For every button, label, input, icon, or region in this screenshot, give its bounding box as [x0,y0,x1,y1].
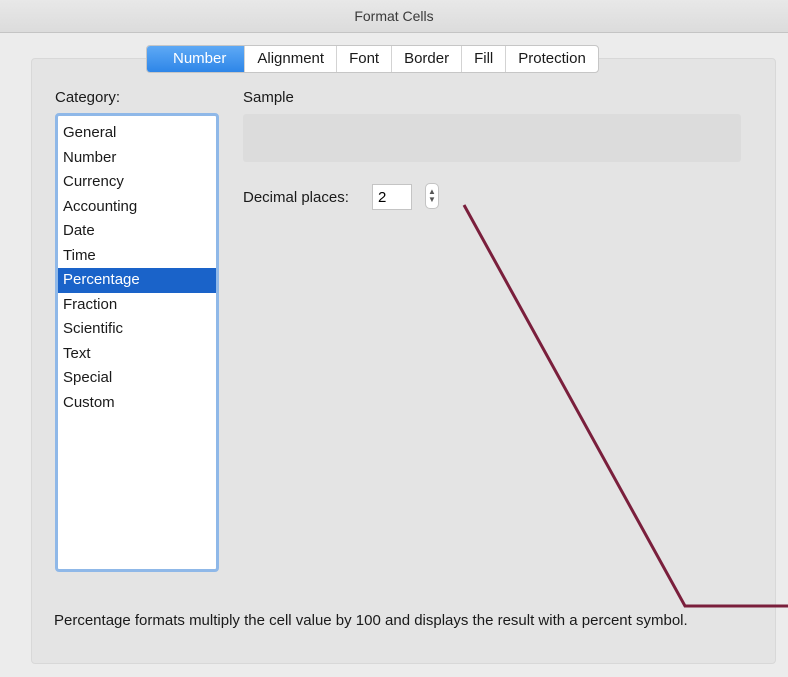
category-item-percentage[interactable]: Percentage [58,268,216,293]
tab-protection[interactable]: Protection [505,46,598,72]
category-item-text[interactable]: Text [58,342,216,367]
category-item-number[interactable]: Number [58,146,216,171]
category-item-time[interactable]: Time [58,244,216,269]
category-item-general[interactable]: General [58,121,216,146]
category-item-fraction[interactable]: Fraction [58,293,216,318]
category-item-custom[interactable]: Custom [58,391,216,416]
window-title: Format Cells [354,8,434,24]
tab-fill[interactable]: Fill [461,46,505,72]
tab-bar: Number Alignment Font Border Fill Protec… [146,45,599,73]
category-item-date[interactable]: Date [58,219,216,244]
category-item-currency[interactable]: Currency [58,170,216,195]
tab-alignment[interactable]: Alignment [244,46,336,72]
title-bar: Format Cells [0,0,788,33]
sample-label: Sample [243,89,294,106]
category-item-accounting[interactable]: Accounting [58,195,216,220]
tab-font[interactable]: Font [336,46,391,72]
decimal-places-label: Decimal places: [243,189,349,206]
category-label: Category: [55,89,121,106]
sample-preview [243,114,741,162]
decimal-places-input[interactable] [372,184,412,210]
tab-border[interactable]: Border [391,46,461,72]
tab-number[interactable]: Number [147,46,245,72]
category-description: Percentage formats multiply the cell val… [54,612,688,629]
decimal-places-stepper[interactable]: ▲ ▼ [425,183,439,209]
category-item-scientific[interactable]: Scientific [58,317,216,342]
category-list[interactable]: General Number Currency Accounting Date … [55,113,219,572]
category-item-special[interactable]: Special [58,366,216,391]
chevron-down-icon[interactable]: ▼ [428,196,436,204]
